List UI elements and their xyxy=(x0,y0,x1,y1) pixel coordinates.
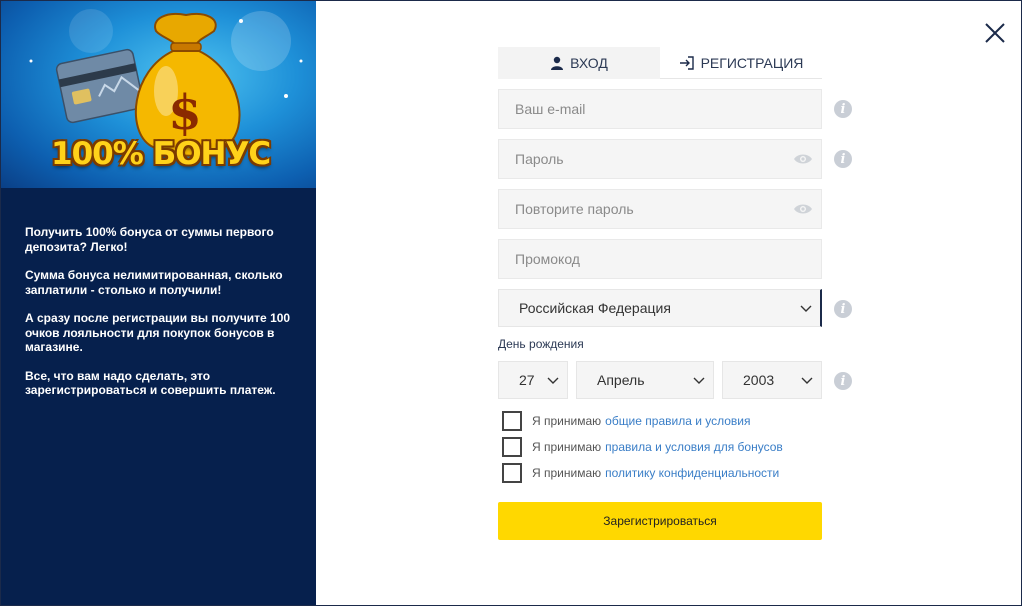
email-field-wrapper xyxy=(498,89,822,129)
promo-paragraph: Все, что вам надо сделать, это зарегистр… xyxy=(25,368,276,398)
dollar-sign-icon: $ xyxy=(168,85,201,141)
auth-tabs: ВХОД РЕГИСТРАЦИЯ xyxy=(498,47,822,79)
bonus-banner: $ 100% БОНУС xyxy=(1,1,316,188)
promo-paragraph: Получить 100% бонуса от суммы первого де… xyxy=(25,225,274,254)
privacy-checkbox[interactable] xyxy=(502,463,522,483)
dob-day-select[interactable]: 27 xyxy=(498,361,568,399)
promocode-field[interactable] xyxy=(499,240,821,278)
promo-paragraph: Сумма бонуса нелимитированная, сколько з… xyxy=(25,268,283,297)
tab-register[interactable]: РЕГИСТРАЦИЯ xyxy=(660,47,822,79)
email-info-icon[interactable]: i xyxy=(834,100,852,118)
privacy-check-row: Я принимаю политику конфиденциальности xyxy=(502,463,779,483)
chevron-down-icon xyxy=(693,377,705,384)
promo-paragraph: А сразу после регистрации вы получите 10… xyxy=(25,311,291,354)
password-repeat-field-wrapper xyxy=(498,189,822,229)
dob-day-value: 27 xyxy=(519,372,535,388)
registration-modal: $ 100% БОНУС Получить 100% бонуса от сум… xyxy=(0,0,1022,606)
dob-year-value: 2003 xyxy=(743,372,775,388)
bonus-terms-checkbox[interactable] xyxy=(502,437,522,457)
eye-icon[interactable] xyxy=(793,152,813,166)
promo-text: Получить 100% бонуса от суммы первого де… xyxy=(25,225,300,412)
tab-register-label: РЕГИСТРАЦИЯ xyxy=(700,54,804,71)
tab-login[interactable]: ВХОД xyxy=(498,47,660,79)
country-value: Российская Федерация xyxy=(519,300,671,316)
close-button[interactable] xyxy=(983,21,1007,45)
chevron-down-icon xyxy=(801,377,813,384)
dob-info-icon[interactable]: i xyxy=(834,372,852,390)
tab-login-label: ВХОД xyxy=(570,55,608,71)
password-info-icon[interactable]: i xyxy=(834,150,852,168)
password-field-wrapper xyxy=(498,139,822,179)
bonus-terms-prefix: Я принимаю xyxy=(532,440,602,454)
dob-month-value: Апрель xyxy=(597,372,645,388)
password-repeat-field[interactable] xyxy=(499,190,821,228)
terms-link[interactable]: общие правила и условия xyxy=(605,414,750,428)
email-field[interactable] xyxy=(499,90,821,128)
dob-month-select[interactable]: Апрель xyxy=(576,361,714,399)
dob-label: День рождения xyxy=(498,337,584,351)
country-info-icon[interactable]: i xyxy=(834,300,852,318)
credit-card-icon xyxy=(55,48,144,124)
dob-year-select[interactable]: 2003 xyxy=(722,361,822,399)
user-icon xyxy=(551,56,564,70)
privacy-prefix: Я принимаю xyxy=(532,466,602,480)
terms-checkbox[interactable] xyxy=(502,411,522,431)
register-button[interactable]: Зарегистрироваться xyxy=(498,502,822,540)
chevron-down-icon xyxy=(800,305,812,312)
eye-icon[interactable] xyxy=(793,202,813,216)
promo-panel: $ 100% БОНУС Получить 100% бонуса от сум… xyxy=(1,1,316,605)
terms-check-row: Я принимаю общие правила и условия xyxy=(502,411,751,431)
password-field[interactable] xyxy=(499,140,821,178)
country-select[interactable]: Российская Федерация xyxy=(498,289,822,327)
promocode-field-wrapper xyxy=(498,239,822,279)
bonus-terms-link[interactable]: правила и условия для бонусов xyxy=(605,440,783,454)
bonus-terms-check-row: Я принимаю правила и условия для бонусов xyxy=(502,437,783,457)
bonus-title: 100% БОНУС xyxy=(51,136,271,172)
chevron-down-icon xyxy=(547,377,559,384)
privacy-link[interactable]: политику конфиденциальности xyxy=(605,466,779,480)
sign-in-icon xyxy=(679,55,694,70)
close-icon xyxy=(985,23,1005,43)
terms-prefix: Я принимаю xyxy=(532,414,602,428)
